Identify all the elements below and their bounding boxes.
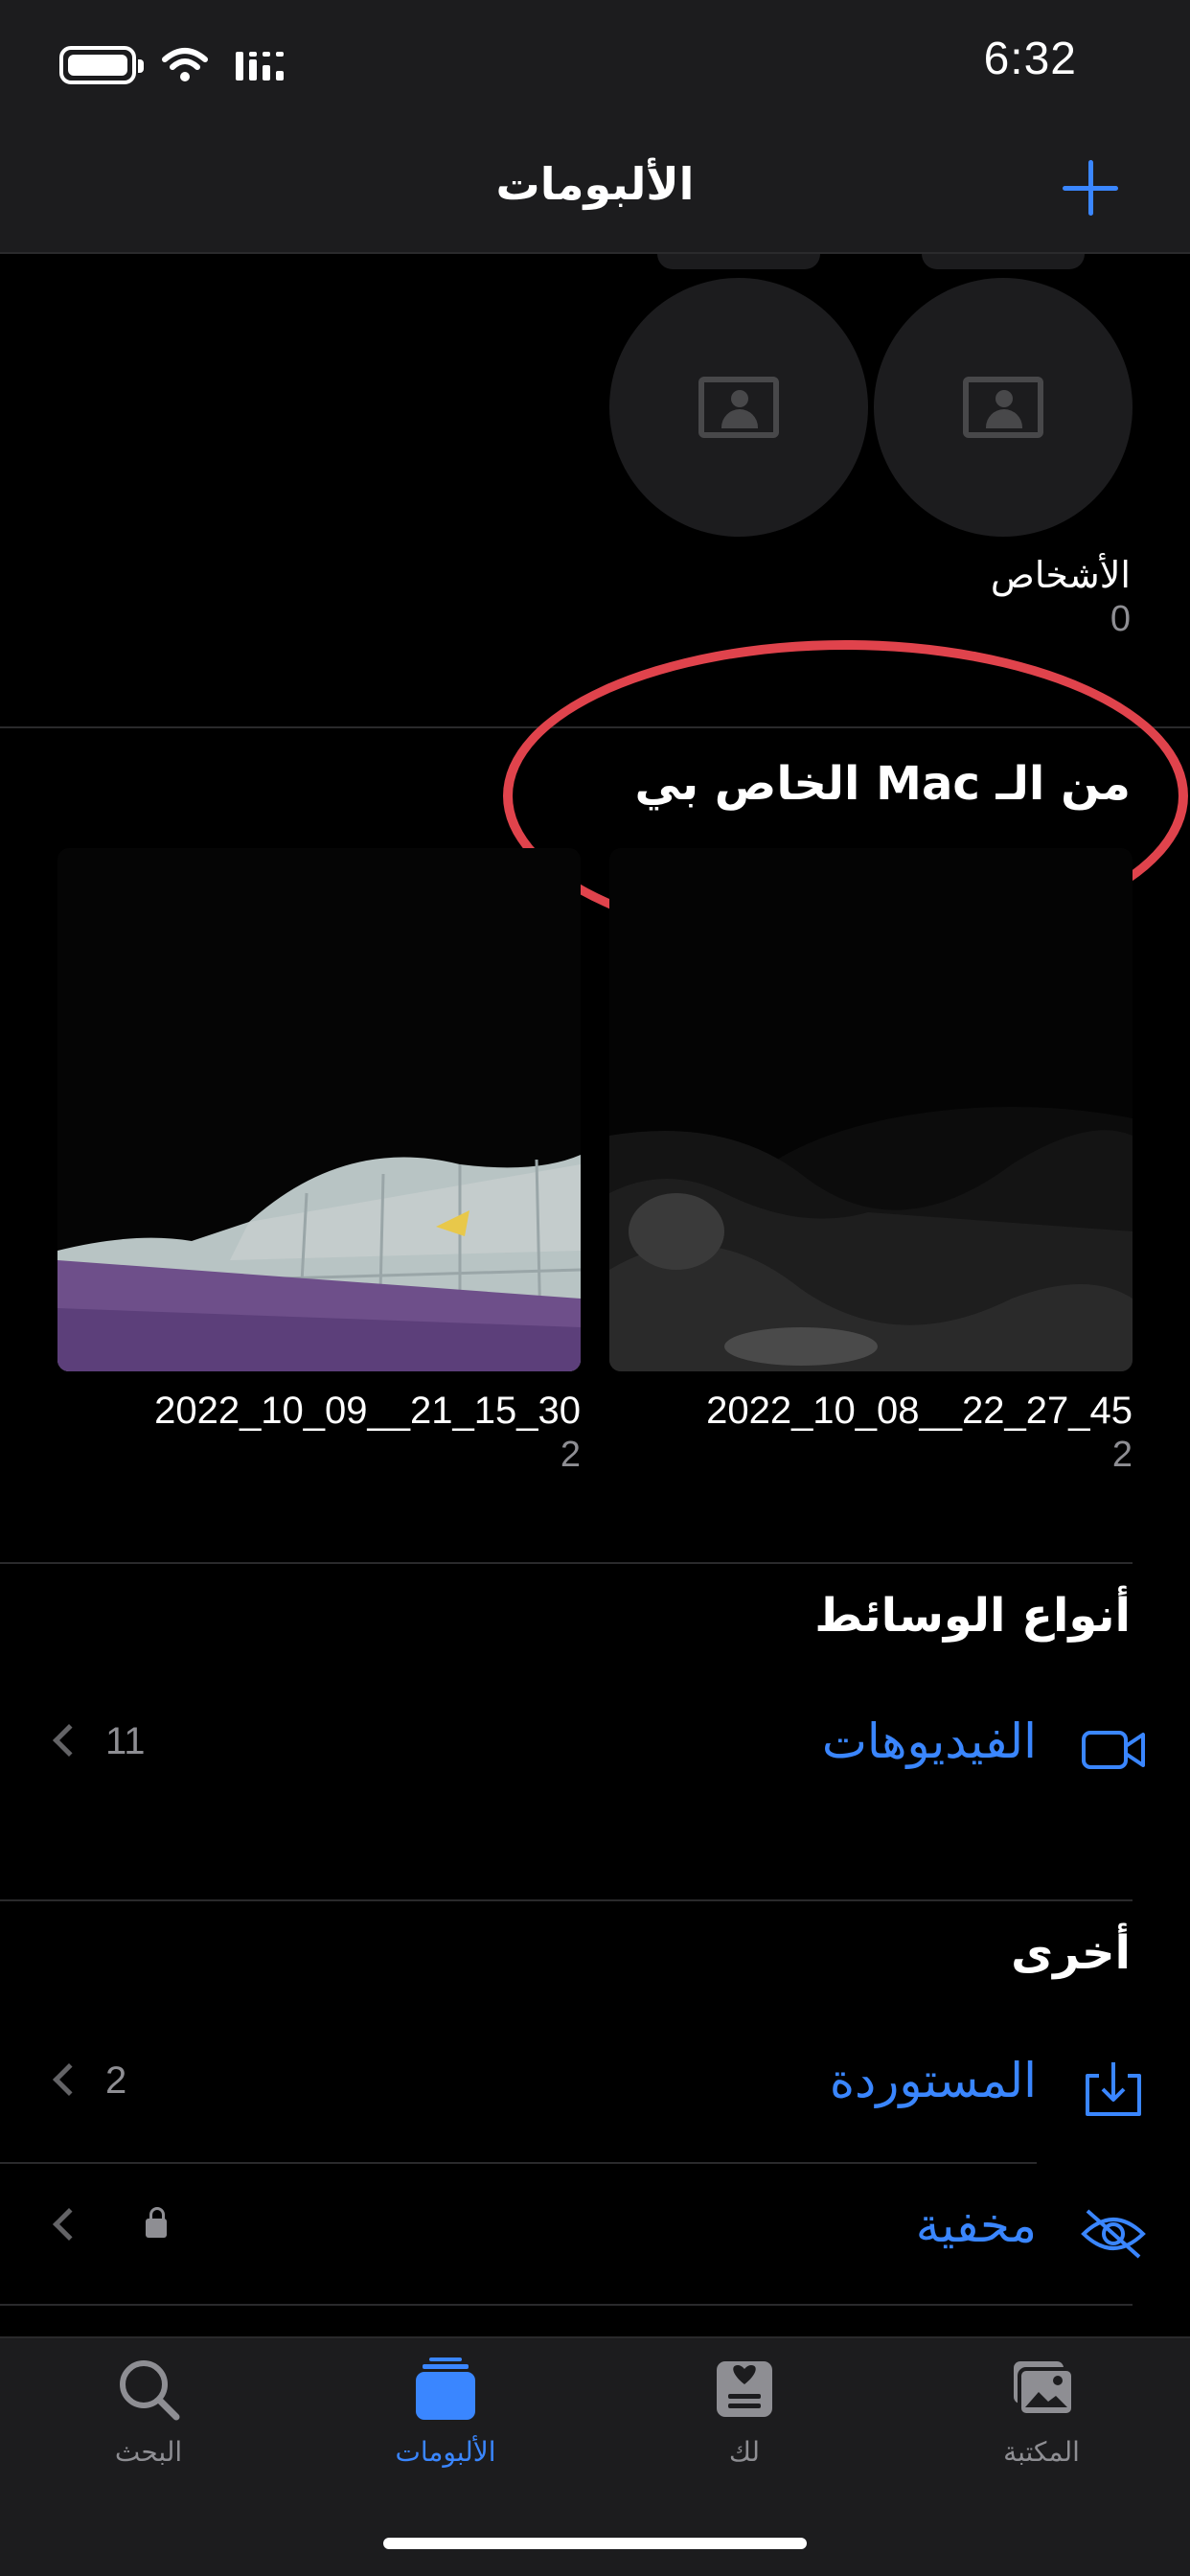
people-avatar-partial bbox=[874, 254, 1133, 273]
video-camera-icon bbox=[1082, 1731, 1145, 1769]
media-type-row-videos[interactable]: الفيديوهات 11 bbox=[0, 1696, 1190, 1802]
row-divider bbox=[0, 2162, 1037, 2164]
photo-library-icon bbox=[1014, 2361, 1075, 2417]
album-name: 2022_10_08__22_27_45 bbox=[706, 1390, 1133, 1432]
tab-label: البحث bbox=[114, 2436, 183, 2468]
album-count: 2 bbox=[1111, 1435, 1133, 1475]
people-album-label[interactable]: الأشخاص bbox=[991, 554, 1131, 596]
battery-icon bbox=[59, 46, 144, 84]
section-divider bbox=[0, 1562, 1133, 1564]
wifi-icon bbox=[162, 48, 208, 81]
album-count: 2 bbox=[560, 1435, 581, 1475]
other-row-hidden[interactable]: مخفية bbox=[0, 2180, 1190, 2286]
album-thumbnail[interactable] bbox=[57, 848, 581, 1371]
section-title-other: أخرى bbox=[1011, 1926, 1131, 1980]
add-album-button[interactable] bbox=[1059, 156, 1122, 219]
tab-label: لك bbox=[728, 2436, 761, 2468]
section-title-media-types: أنواع الوسائط bbox=[814, 1589, 1131, 1643]
row-label: الفيديوهات bbox=[821, 1714, 1037, 1769]
row-divider bbox=[0, 2304, 1133, 2306]
lock-icon bbox=[146, 2207, 167, 2238]
album-name: 2022_10_09__21_15_30 bbox=[154, 1390, 581, 1432]
album-photo-floor bbox=[57, 848, 581, 1371]
person-avatar[interactable] bbox=[874, 278, 1133, 537]
tab-for-you[interactable]: لك bbox=[649, 2356, 840, 2499]
album-thumbnail[interactable] bbox=[609, 848, 1133, 1371]
chevron-icon bbox=[53, 1724, 85, 1757]
row-label: مخفية bbox=[915, 2197, 1037, 2253]
import-tray-icon bbox=[1086, 2062, 1141, 2116]
person-placeholder-icon bbox=[963, 377, 1043, 438]
eye-slash-icon bbox=[1081, 2209, 1146, 2259]
albums-icon bbox=[416, 2358, 475, 2420]
page-title: الألبومات bbox=[495, 158, 695, 210]
person-placeholder-icon bbox=[698, 377, 779, 438]
tab-label: المكتبة bbox=[1003, 2436, 1080, 2468]
tab-library[interactable]: المكتبة bbox=[946, 2356, 1137, 2499]
status-icons bbox=[59, 36, 287, 94]
album-photo-dark bbox=[609, 848, 1133, 1371]
row-count: 11 bbox=[105, 1720, 146, 1762]
status-bar: 6:32 bbox=[0, 0, 1190, 129]
tab-search[interactable]: البحث bbox=[53, 2356, 244, 2499]
row-count: 2 bbox=[105, 2059, 127, 2102]
home-indicator[interactable] bbox=[383, 2538, 807, 2549]
status-time: 6:32 bbox=[983, 34, 1077, 84]
chevron-icon bbox=[53, 2208, 85, 2241]
for-you-icon bbox=[717, 2361, 772, 2417]
person-avatar[interactable] bbox=[609, 278, 868, 537]
section-divider bbox=[0, 1899, 1133, 1901]
people-avatar-partial bbox=[609, 254, 868, 273]
people-album-count: 0 bbox=[1110, 599, 1131, 639]
navigation-bar: الألبومات bbox=[0, 129, 1190, 254]
other-row-imports[interactable]: المستوردة 2 bbox=[0, 2036, 1190, 2141]
search-icon bbox=[120, 2360, 180, 2421]
cellular-signal-icon bbox=[236, 52, 284, 80]
tab-albums[interactable]: الألبومات bbox=[350, 2356, 541, 2499]
tab-label: الألبومات bbox=[395, 2436, 496, 2468]
chevron-icon bbox=[53, 2063, 85, 2096]
row-label: المستوردة bbox=[829, 2053, 1037, 2108]
